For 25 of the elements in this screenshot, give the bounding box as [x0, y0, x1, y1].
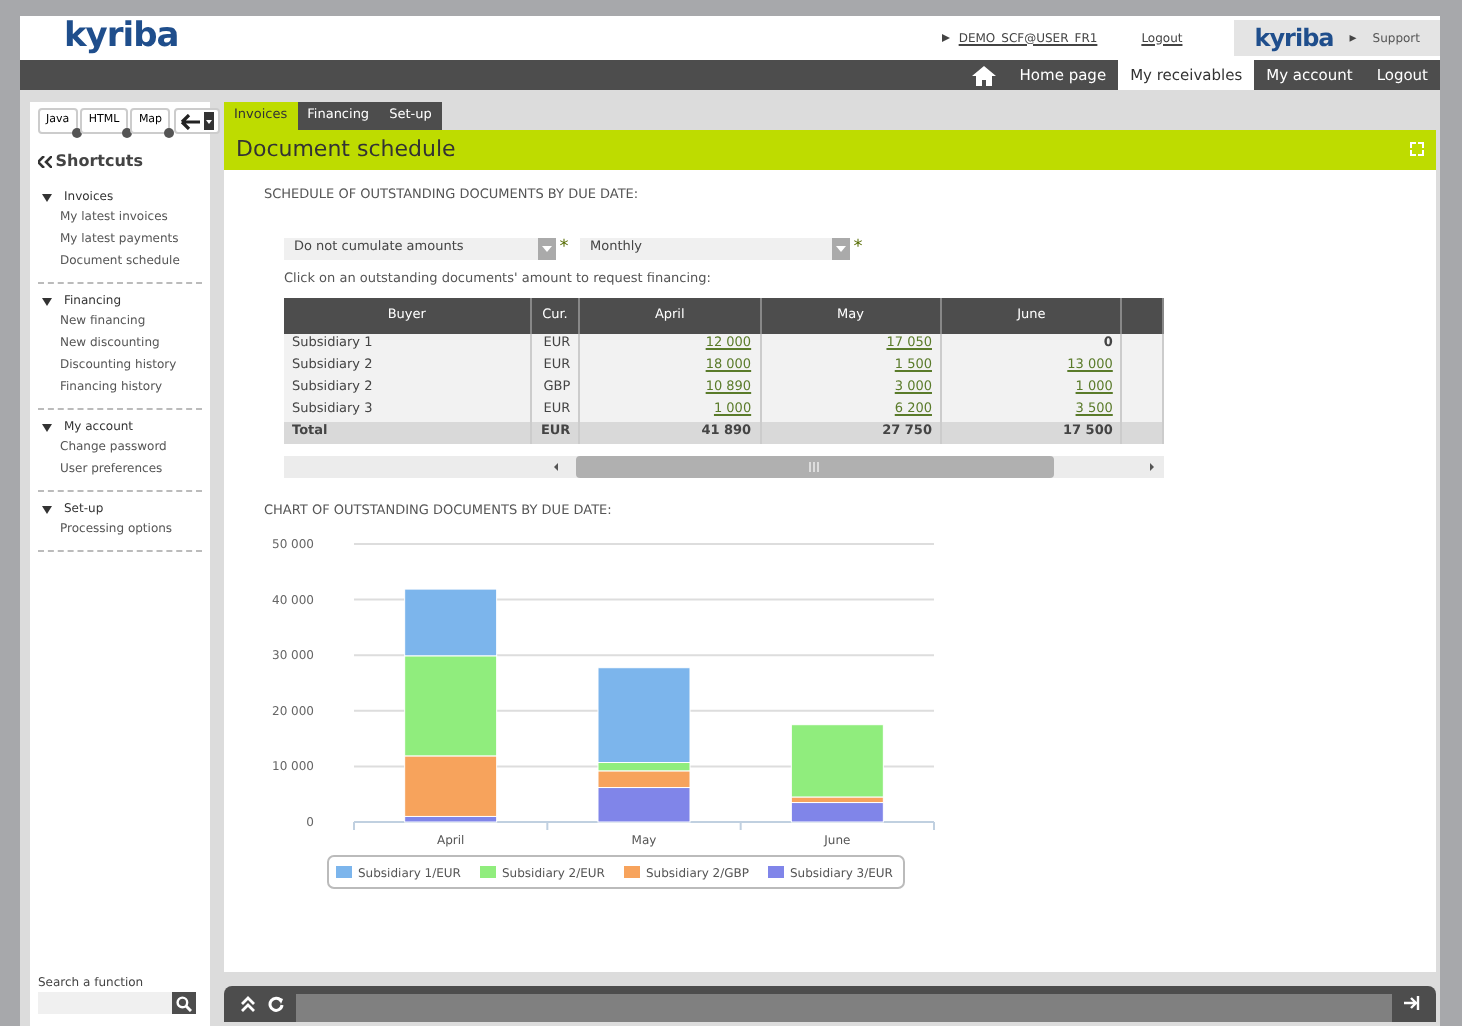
required-mark: * — [853, 235, 863, 261]
logo: kyriba — [64, 14, 179, 61]
refresh-icon[interactable] — [268, 995, 284, 1012]
back-button[interactable] — [173, 108, 220, 134]
caret-icon — [836, 245, 846, 252]
dropdown-icon — [203, 112, 214, 130]
expanded-icon[interactable] — [42, 423, 52, 431]
expanded-icon[interactable] — [42, 505, 52, 513]
arrow-icon — [942, 34, 951, 42]
collapse-icon[interactable] — [38, 156, 52, 168]
sidebar-title: Shortcuts — [55, 150, 143, 174]
expanded-icon[interactable] — [42, 297, 52, 305]
expanded-icon[interactable] — [42, 193, 52, 201]
page-title: Document schedule — [236, 133, 456, 165]
back-arrow-icon — [179, 113, 200, 129]
search-field[interactable] — [38, 992, 172, 1014]
logo: kyriba — [1254, 22, 1334, 56]
required-mark: * — [559, 235, 569, 261]
double-up-icon[interactable] — [240, 995, 256, 1012]
home-icon[interactable] — [971, 65, 996, 85]
search-button[interactable] — [172, 992, 196, 1014]
horizontal-scrollbar[interactable] — [284, 455, 1164, 478]
caret-icon — [542, 245, 552, 252]
collapse-panel-icon[interactable] — [1404, 996, 1420, 1011]
search-icon — [176, 995, 192, 1011]
